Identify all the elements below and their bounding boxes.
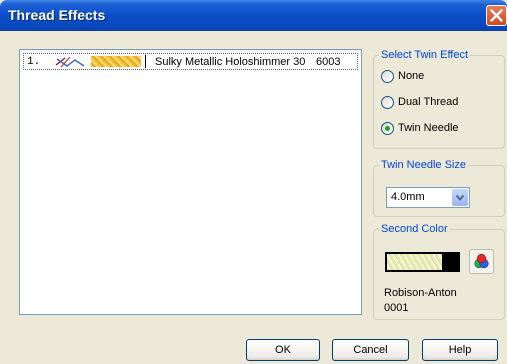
thread-list-item[interactable]: 1. Sulky Metallic Holoshimmer 30 6003 [23, 53, 358, 70]
close-icon [490, 9, 503, 22]
second-color-swatch [385, 252, 460, 272]
radio-checked-icon [381, 122, 394, 135]
twin-effect-label: Select Twin Effect [379, 49, 471, 61]
thread-list[interactable]: 1. Sulky Metallic Holoshimmer 30 6003 [19, 49, 362, 315]
help-button[interactable]: Help [422, 339, 498, 361]
second-color-label: Second Color [379, 223, 450, 235]
thread-name: Sulky Metallic Holoshimmer 30 [155, 56, 306, 68]
dropdown-button[interactable] [452, 189, 468, 206]
thread-color-swatch [91, 56, 141, 67]
stitch-icon [55, 56, 85, 68]
cancel-button[interactable]: Cancel [332, 339, 409, 361]
second-color-brand: Robison-Anton [384, 287, 457, 299]
ok-button[interactable]: OK [246, 339, 320, 361]
radio-label: Twin Needle [398, 122, 459, 134]
title-bar: Thread Effects [0, 0, 507, 31]
window-title: Thread Effects [8, 7, 106, 23]
chevron-down-icon [456, 195, 464, 201]
second-color-name: Robison-Anton 0001 [384, 286, 457, 316]
needle-size-group: Twin Needle Size 4.0mm [373, 159, 505, 217]
radio-circle-icon [381, 70, 394, 83]
close-button[interactable] [486, 5, 507, 26]
radio-label: None [398, 70, 425, 82]
color-palette-icon [474, 253, 489, 269]
needle-size-value: 4.0mm [391, 191, 425, 203]
radio-circle-icon [381, 96, 394, 109]
thread-effects-dialog: Thread Effects 1. Sulky Metallic Holoshi… [0, 0, 507, 364]
needle-size-label: Twin Needle Size [379, 159, 468, 171]
twin-effect-group: Select Twin Effect None Dual Thread Twin… [373, 49, 505, 149]
divider [145, 55, 146, 68]
thread-code: 6003 [316, 56, 341, 68]
radio-label: Dual Thread [398, 96, 459, 108]
color-picker-button[interactable] [469, 249, 494, 274]
thread-index: 1. [27, 56, 41, 68]
needle-size-select[interactable]: 4.0mm [386, 187, 470, 208]
second-color-code: 0001 [384, 302, 409, 314]
second-color-group: Second Color Robison-Anton 0001 [373, 223, 505, 320]
